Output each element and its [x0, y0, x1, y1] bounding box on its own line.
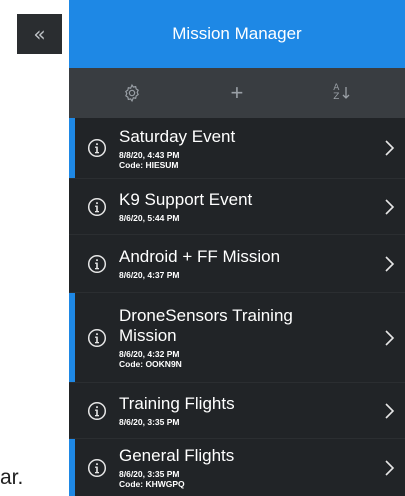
- mission-title: Android + FF Mission: [119, 247, 281, 266]
- chevron-right-icon[interactable]: [377, 402, 401, 420]
- mission-title: DroneSensors Training Mission: [119, 306, 293, 345]
- sort-button[interactable]: A Z: [302, 84, 382, 102]
- info-icon[interactable]: [87, 254, 107, 274]
- mission-text: General Flights 8/6/20, 3:35 PM Code: KHWG…: [119, 446, 377, 489]
- mission-text: Saturday Event 8/8/20, 4:43 PM Code: HIESU…: [119, 127, 377, 170]
- mission-code: Code: OOKN9N: [119, 359, 182, 369]
- mission-list-item[interactable]: Training Flights 8/6/20, 3:35 PM: [69, 383, 405, 439]
- mission-list-item[interactable]: Android + FF Mission 8/6/20, 4:37 PM: [69, 235, 405, 293]
- chevron-right-icon[interactable]: [377, 139, 401, 157]
- settings-button[interactable]: [92, 83, 172, 103]
- background-text-fragment: ar.: [0, 466, 24, 489]
- add-mission-button[interactable]: +: [197, 80, 277, 106]
- mission-list-item[interactable]: General Flights 8/6/20, 3:35 PM Code: KHWG…: [69, 439, 405, 496]
- chevron-right-icon[interactable]: [377, 198, 401, 216]
- gear-icon: [124, 83, 139, 103]
- mission-text: K9 Support Event 8/6/20, 5:44 PM: [119, 190, 377, 223]
- mission-date: 8/6/20, 3:35 PM: [119, 469, 180, 479]
- mission-title: Training Flights: [119, 394, 235, 413]
- panel-header: Mission Manager: [69, 0, 405, 68]
- mission-title: K9 Support Event: [119, 190, 253, 209]
- chevron-right-icon[interactable]: [377, 459, 401, 477]
- mission-list: Saturday Event 8/8/20, 4:43 PM Code: HIESU…: [69, 118, 405, 496]
- mission-manager-panel: Mission Manager + A Z Saturday Event 8/8/: [69, 0, 405, 496]
- mission-date: 8/6/20, 4:32 PM: [119, 349, 180, 359]
- mission-date: 8/8/20, 4:43 PM: [119, 149, 180, 160]
- chevron-right-icon[interactable]: [377, 255, 401, 273]
- mission-date: 8/6/20, 5:44 PM: [119, 213, 180, 223]
- info-icon[interactable]: [87, 328, 107, 348]
- mission-text: Training Flights 8/6/20, 3:35 PM: [119, 394, 377, 427]
- mission-list-item[interactable]: Saturday Event 8/8/20, 4:43 PM Code: HIESU…: [69, 118, 405, 179]
- toolbar: + A Z: [69, 68, 405, 118]
- info-icon[interactable]: [87, 197, 107, 217]
- mission-title: General Flights: [119, 446, 235, 465]
- sort-az-icon: A Z: [333, 84, 351, 102]
- mission-text: DroneSensors Training Mission 8/6/20, 4:3…: [119, 306, 377, 369]
- info-icon[interactable]: [87, 458, 107, 478]
- chevron-right-icon[interactable]: [377, 329, 401, 347]
- mission-date: 8/6/20, 4:37 PM: [119, 270, 180, 280]
- mission-code: Code: KHWGPQ: [119, 479, 185, 489]
- mission-code: Code: HIESUM: [119, 159, 179, 170]
- info-icon[interactable]: [87, 138, 107, 158]
- mission-list-item[interactable]: DroneSensors Training Mission 8/6/20, 4:3…: [69, 293, 405, 383]
- collapse-panel-button[interactable]: «: [17, 14, 62, 54]
- sort-letter-z: Z: [333, 92, 340, 102]
- mission-text: Android + FF Mission 8/6/20, 4:37 PM: [119, 247, 377, 280]
- double-chevron-left-icon: «: [33, 22, 46, 46]
- active-indicator: [69, 439, 75, 496]
- active-indicator: [69, 118, 75, 178]
- mission-date: 8/6/20, 3:35 PM: [119, 417, 180, 427]
- plus-icon: +: [230, 80, 244, 105]
- mission-title: Saturday Event: [119, 126, 236, 146]
- page-title: Mission Manager: [172, 24, 302, 43]
- info-icon[interactable]: [87, 401, 107, 421]
- active-indicator: [69, 293, 75, 382]
- mission-list-item[interactable]: K9 Support Event 8/6/20, 5:44 PM: [69, 179, 405, 235]
